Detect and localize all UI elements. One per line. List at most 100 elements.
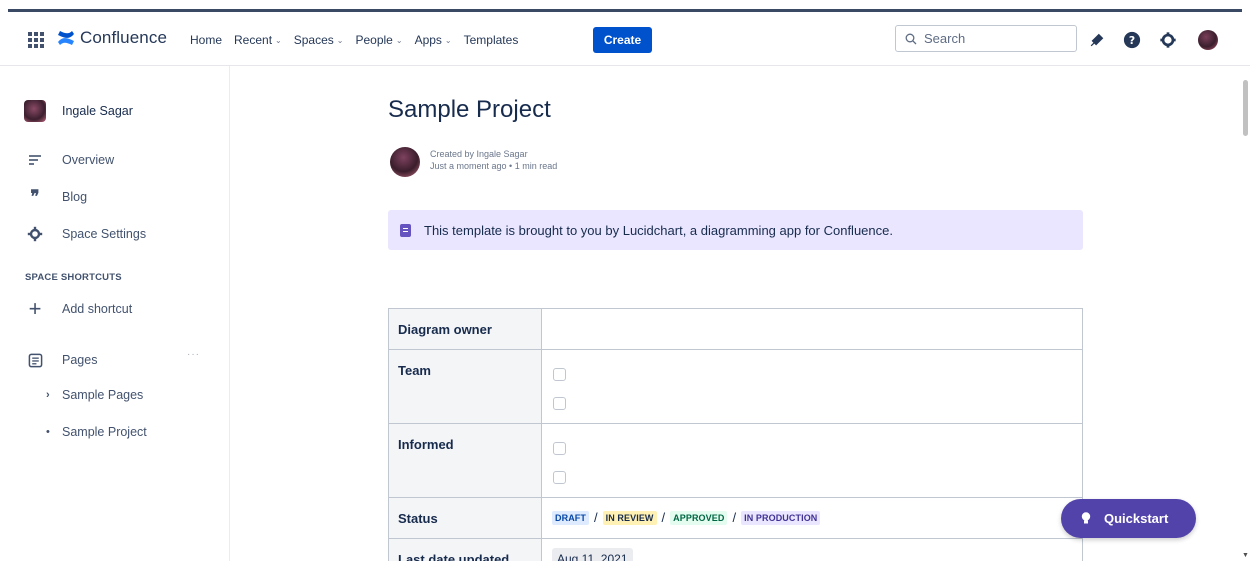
informed-checkbox-1[interactable] <box>553 442 566 455</box>
status-lozenge-in-review[interactable]: IN REVIEW <box>602 510 657 525</box>
page-scrollbar[interactable]: ▼ <box>1240 66 1250 561</box>
overview-icon <box>26 151 44 169</box>
team-cell <box>541 349 1083 424</box>
table-row: Diagram owner <box>388 308 1083 350</box>
top-navigation-bar: Confluence Home Recent ⌄ Spaces ⌄ People ⌄ … <box>0 12 1250 66</box>
team-checkbox-2[interactable] <box>553 397 566 410</box>
informed-cell <box>541 423 1083 498</box>
nav-people[interactable]: People ⌄ <box>355 33 402 47</box>
nav-spaces[interactable]: Spaces ⌄ <box>294 33 344 47</box>
nav-recent-label: Recent <box>234 33 273 47</box>
nav-spaces-label: Spaces <box>293 33 334 47</box>
sidebar-item-blog[interactable]: ❞ Blog <box>26 187 88 207</box>
space-sidebar: Ingale Sagar Overview ❞ Blog Space Setti… <box>0 66 230 561</box>
team-checkbox-1[interactable] <box>553 368 566 381</box>
project-info-table: Diagram owner Team Informed Status DRAFT… <box>388 308 1083 561</box>
sidebar-item-label: Overview <box>62 153 115 167</box>
chevron-down-icon: ⌄ <box>395 35 403 45</box>
confluence-logo[interactable]: Confluence <box>56 28 167 48</box>
confluence-logo-icon <box>58 31 74 45</box>
row-header-informed: Informed <box>388 423 542 498</box>
table-row: Status DRAFT / IN REVIEW / APPROVED / IN PRODU… <box>388 497 1083 539</box>
quickstart-button[interactable]: Quickstart <box>1061 499 1196 538</box>
row-header-last-date-updated: Last date updated <box>388 538 542 561</box>
page-tree-label: Sample Pages <box>62 388 144 402</box>
table-row: Last date updated Aug 11, 2021 <box>388 538 1083 561</box>
logo-text: Confluence <box>80 28 168 47</box>
created-by-text[interactable]: Created by Ingale Sagar <box>430 148 557 160</box>
status-lozenge-in-production[interactable]: IN PRODUCTION <box>741 510 821 525</box>
nav-apps-label: Apps <box>414 33 442 47</box>
space-shortcuts-heading: SPACE SHORTCUTS <box>25 272 122 283</box>
status-lozenge-approved[interactable]: APPROVED <box>670 510 728 525</box>
row-header-status: Status <box>388 497 542 539</box>
nav-templates[interactable]: Templates <box>464 33 519 47</box>
author-avatar[interactable] <box>390 147 420 177</box>
chevron-down-icon: ⌄ <box>444 35 452 45</box>
diagram-owner-cell[interactable] <box>541 308 1083 350</box>
nav-recent[interactable]: Recent ⌄ <box>234 33 282 47</box>
nav-people-label: People <box>355 33 393 47</box>
pages-icon <box>26 351 44 369</box>
status-separator: / <box>661 510 666 525</box>
add-shortcut-label: Add shortcut <box>62 302 133 316</box>
page-tree-item-sample-project[interactable]: • Sample Project <box>46 425 147 439</box>
sidebar-item-label: Blog <box>62 190 88 204</box>
scroll-down-arrow-icon[interactable]: ▼ <box>1242 552 1249 559</box>
sidebar-item-label: Pages <box>62 353 98 367</box>
page-tree-label: Sample Project <box>62 425 147 439</box>
row-header-team: Team <box>388 349 542 424</box>
nav-templates-label: Templates <box>463 33 519 47</box>
timing-text: Just a moment ago • 1 min read <box>430 161 558 171</box>
informed-checkbox-2[interactable] <box>553 471 566 484</box>
primary-nav: Home Recent ⌄ Spaces ⌄ People ⌄ Apps ⌄ Templ… <box>190 33 530 47</box>
sidebar-item-space-settings[interactable]: Space Settings <box>26 225 146 243</box>
date-lozenge[interactable]: Aug 11, 2021 <box>552 548 633 561</box>
info-panel-text: This template is brought to you by Lucid… <box>424 222 893 238</box>
sidebar-item-label: Space Settings <box>62 227 147 241</box>
window-top-strip <box>0 0 1250 12</box>
info-panel: This template is brought to you by Lucid… <box>388 210 1083 250</box>
app-switcher-icon[interactable] <box>28 32 44 48</box>
quote-icon: ❞ <box>30 187 40 207</box>
status-cell: DRAFT / IN REVIEW / APPROVED / IN PRODUCTION <box>541 497 1083 539</box>
bullet-icon: • <box>46 426 50 438</box>
help-icon[interactable]: ? <box>1122 30 1142 50</box>
table-row: Team <box>388 349 1083 424</box>
sidebar-item-pages[interactable]: Pages <box>26 351 97 369</box>
create-button[interactable]: Create <box>593 27 652 53</box>
scrollbar-thumb[interactable] <box>1243 80 1248 136</box>
byline-meta: Created by Ingale Sagar Just a moment ag… <box>430 147 557 172</box>
search-placeholder: Search <box>924 31 966 46</box>
settings-icon[interactable] <box>1158 30 1178 50</box>
chevron-right-icon[interactable]: › <box>46 389 62 401</box>
row-header-diagram-owner: Diagram owner <box>388 308 542 350</box>
add-shortcut-button[interactable]: + Add shortcut <box>26 296 133 321</box>
note-icon <box>400 223 411 237</box>
space-owner[interactable]: Ingale Sagar <box>24 100 133 122</box>
page-byline: Created by Ingale Sagar Just a moment ag… <box>390 147 557 177</box>
table-row: Informed <box>388 423 1083 498</box>
chevron-down-icon: ⌄ <box>336 35 344 45</box>
more-actions-icon[interactable]: ··· <box>187 349 200 360</box>
space-owner-name: Ingale Sagar <box>62 104 133 118</box>
svg-text:?: ? <box>1129 34 1135 47</box>
sidebar-item-overview[interactable]: Overview <box>26 151 114 169</box>
nav-apps[interactable]: Apps ⌄ <box>415 33 452 47</box>
last-updated-cell: Aug 11, 2021 <box>541 538 1083 561</box>
space-avatar <box>24 100 46 122</box>
status-lozenge-draft[interactable]: DRAFT <box>552 510 589 525</box>
search-icon <box>905 33 917 44</box>
page-tree-item-sample-pages[interactable]: › Sample Pages <box>46 388 143 402</box>
status-separator: / <box>732 510 737 525</box>
nav-home[interactable]: Home <box>190 33 222 47</box>
chevron-down-icon: ⌄ <box>275 35 282 45</box>
lightbulb-icon <box>1081 512 1091 525</box>
quickstart-label: Quickstart <box>1104 511 1169 526</box>
search-input[interactable]: Search <box>895 25 1077 52</box>
notifications-icon[interactable] <box>1087 30 1107 50</box>
gear-icon <box>26 225 44 243</box>
nav-home-label: Home <box>190 33 223 47</box>
plus-icon: + <box>28 296 42 321</box>
user-avatar[interactable] <box>1198 30 1218 50</box>
